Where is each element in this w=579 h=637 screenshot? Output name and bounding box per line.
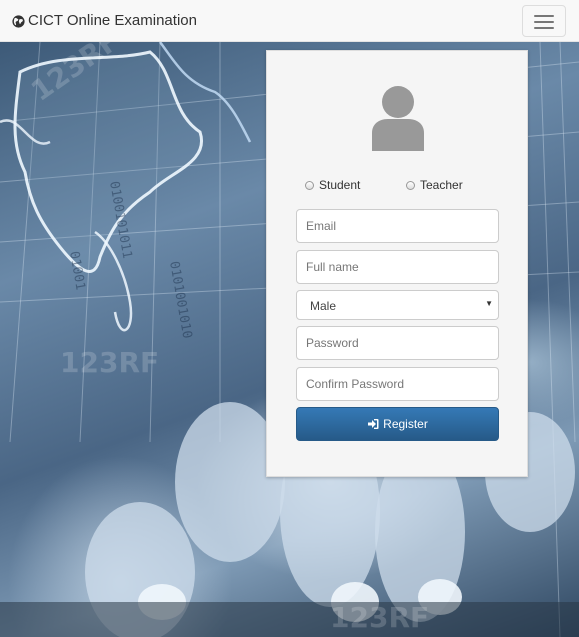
role-label-teacher: Teacher xyxy=(420,178,463,192)
radio-button[interactable] xyxy=(305,180,314,190)
register-button[interactable]: Register xyxy=(296,407,499,441)
radio-button[interactable] xyxy=(406,180,415,190)
role-option-teacher[interactable]: Teacher xyxy=(406,178,463,192)
gender-select-value: Male xyxy=(310,299,337,313)
svg-text:0101001010: 0101001010 xyxy=(166,260,194,340)
gender-select[interactable]: Male ▼ xyxy=(296,290,499,320)
full-name-field[interactable] xyxy=(296,250,499,284)
chevron-down-icon: ▼ xyxy=(485,299,493,308)
menu-toggle-button[interactable] xyxy=(522,5,566,37)
svg-text:123RF: 123RF xyxy=(330,601,429,634)
register-panel: Student Teacher Male ▼ Register xyxy=(266,50,528,477)
hamburger-icon xyxy=(534,15,554,17)
confirm-password-field[interactable] xyxy=(296,367,499,401)
password-field[interactable] xyxy=(296,326,499,360)
hamburger-icon xyxy=(534,21,554,23)
role-selector: Student Teacher xyxy=(305,178,505,194)
brand-link[interactable]: CICT Online Examination xyxy=(12,12,197,30)
navbar: CICT Online Examination xyxy=(0,0,579,42)
globe-icon xyxy=(12,14,25,28)
svg-text:123RF: 123RF xyxy=(60,346,159,379)
role-option-student[interactable]: Student xyxy=(305,178,360,192)
email-field[interactable] xyxy=(296,209,499,243)
user-silhouette-icon xyxy=(372,86,424,151)
role-label-student: Student xyxy=(319,178,361,192)
brand-title: CICT Online Examination xyxy=(28,12,197,29)
sign-in-icon xyxy=(368,419,379,429)
hamburger-icon xyxy=(534,27,554,29)
register-label: Register xyxy=(383,417,428,431)
